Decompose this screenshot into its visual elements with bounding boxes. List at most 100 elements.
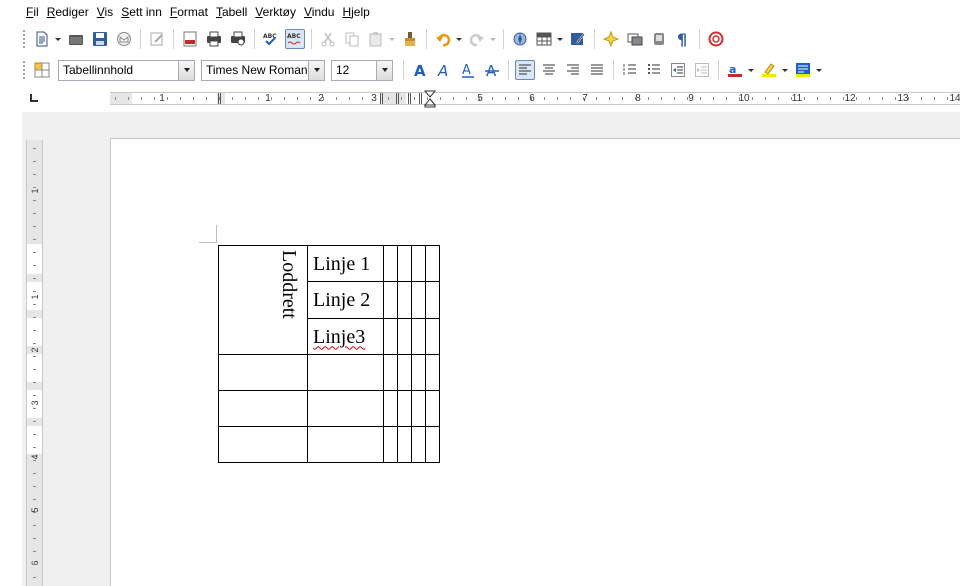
chevron-down-icon[interactable] [376,60,392,80]
strikethrough-icon[interactable]: A [482,60,502,80]
table-cell[interactable] [425,390,440,427]
toolbar-grip[interactable] [22,29,26,49]
table-cell[interactable] [397,244,412,283]
indent-marker-icon[interactable] [424,90,436,108]
autospellcheck-icon[interactable]: ABC [285,29,305,49]
background-color-icon[interactable] [793,60,813,80]
table-cell[interactable] [411,317,426,356]
table-cell[interactable] [425,426,440,463]
table-cell[interactable] [397,426,412,463]
font-size-combo[interactable]: 12 [331,59,393,81]
table-cell[interactable] [425,354,440,391]
table-cell[interactable] [397,354,412,391]
document-table[interactable]: Loddrett Linje 1 Linje 2 Linje3 [218,244,440,463]
table-cell[interactable] [411,390,426,427]
new-document-dropdown[interactable] [54,29,62,49]
table-cell[interactable] [383,390,398,427]
table-cell[interactable] [307,390,384,427]
export-pdf-icon[interactable] [180,29,200,49]
paste-dropdown[interactable] [388,29,396,49]
clone-formatting-icon[interactable] [400,29,420,49]
styles-icon[interactable] [32,60,52,80]
table-cell[interactable] [411,354,426,391]
underline-icon[interactable]: A [458,60,478,80]
toolbar-grip[interactable] [22,60,26,80]
email-icon[interactable] [114,29,134,49]
table-cell[interactable] [218,426,308,463]
decrease-indent-icon[interactable] [668,60,688,80]
align-center-icon[interactable] [539,60,559,80]
table-cell[interactable] [383,244,398,283]
table-cell[interactable] [411,281,426,319]
draw-functions-icon[interactable] [568,29,588,49]
menu-rediger[interactable]: Rediger [43,1,93,23]
table-cell[interactable] [397,390,412,427]
nonprinting-chars-icon[interactable]: ¶ [673,29,693,49]
column-marker[interactable] [396,93,399,104]
table-cell[interactable] [397,317,412,356]
merged-vertical-cell[interactable]: Loddrett [218,245,308,355]
table-cell[interactable]: Linje 2 [307,281,384,319]
navigator-icon[interactable] [510,29,530,49]
table-cell[interactable] [425,244,440,283]
redo-dropdown[interactable] [489,29,497,49]
zoom-icon[interactable] [649,29,669,49]
new-document-icon[interactable] [32,29,52,49]
menu-verktoy[interactable]: Verktøy [251,1,300,23]
spellcheck-icon[interactable]: ABC [261,29,281,49]
justify-icon[interactable] [587,60,607,80]
print-preview-icon[interactable] [228,29,248,49]
table-cell[interactable] [383,426,398,463]
print-icon[interactable] [204,29,224,49]
paste-icon[interactable] [366,29,386,49]
ruler-scale[interactable]: 1 1 2 3 5 6 7 8 9 10 11 12 13 14 [110,90,960,108]
font-size-value[interactable]: 12 [332,63,376,77]
column-marker[interactable] [408,93,411,104]
table-cell[interactable] [411,244,426,283]
table-cell[interactable] [218,354,308,391]
horizontal-ruler[interactable]: 1 1 2 3 5 6 7 8 9 10 11 12 13 14 [22,86,960,110]
undo-icon[interactable] [433,29,453,49]
table-cell[interactable] [425,317,440,356]
table-cell[interactable] [218,390,308,427]
save-icon[interactable] [90,29,110,49]
table-cell[interactable] [383,317,398,356]
edit-file-icon[interactable] [147,29,167,49]
column-marker[interactable] [419,93,422,104]
table-cell[interactable] [307,354,384,391]
paragraph-style-combo[interactable]: Tabellinnhold [58,59,195,81]
vertical-ruler[interactable]: 1 1 2 3 4 5 6 [26,140,43,586]
table-cell[interactable]: Linje3 [307,317,384,356]
tab-stop-type-icon[interactable] [30,94,38,102]
menu-fil[interactable]: Fil [22,1,43,23]
open-icon[interactable] [66,29,86,49]
table-cell[interactable] [383,354,398,391]
table-cell[interactable] [397,281,412,319]
table-icon[interactable] [534,29,554,49]
table-cell[interactable]: Linje 1 [307,244,384,283]
bold-icon[interactable]: A [410,60,430,80]
menu-format[interactable]: Format [166,1,212,23]
data-sources-icon[interactable] [625,29,645,49]
font-name-combo[interactable]: Times New Roman [201,59,325,81]
cut-icon[interactable] [318,29,338,49]
italic-icon[interactable]: A [434,60,454,80]
menu-vindu[interactable]: Vindu [300,1,338,23]
column-marker[interactable] [380,93,383,104]
gallery-icon[interactable] [601,29,621,49]
highlight-dropdown[interactable] [781,60,789,80]
numbering-icon[interactable] [620,60,640,80]
align-left-icon[interactable] [515,60,535,80]
menu-sett-inn[interactable]: Sett inn [117,1,166,23]
menu-vis[interactable]: Vis [93,1,117,23]
bullets-icon[interactable] [644,60,664,80]
align-right-icon[interactable] [563,60,583,80]
font-color-dropdown[interactable] [747,60,755,80]
document-page[interactable]: Loddrett Linje 1 Linje 2 Linje3 [110,138,960,586]
menu-hjelp[interactable]: Hjelp [338,1,373,23]
font-name-value[interactable]: Times New Roman [202,63,308,77]
background-color-dropdown[interactable] [815,60,823,80]
chevron-down-icon[interactable] [308,60,324,80]
table-cell[interactable] [383,281,398,319]
menu-tabell[interactable]: Tabell [212,1,251,23]
